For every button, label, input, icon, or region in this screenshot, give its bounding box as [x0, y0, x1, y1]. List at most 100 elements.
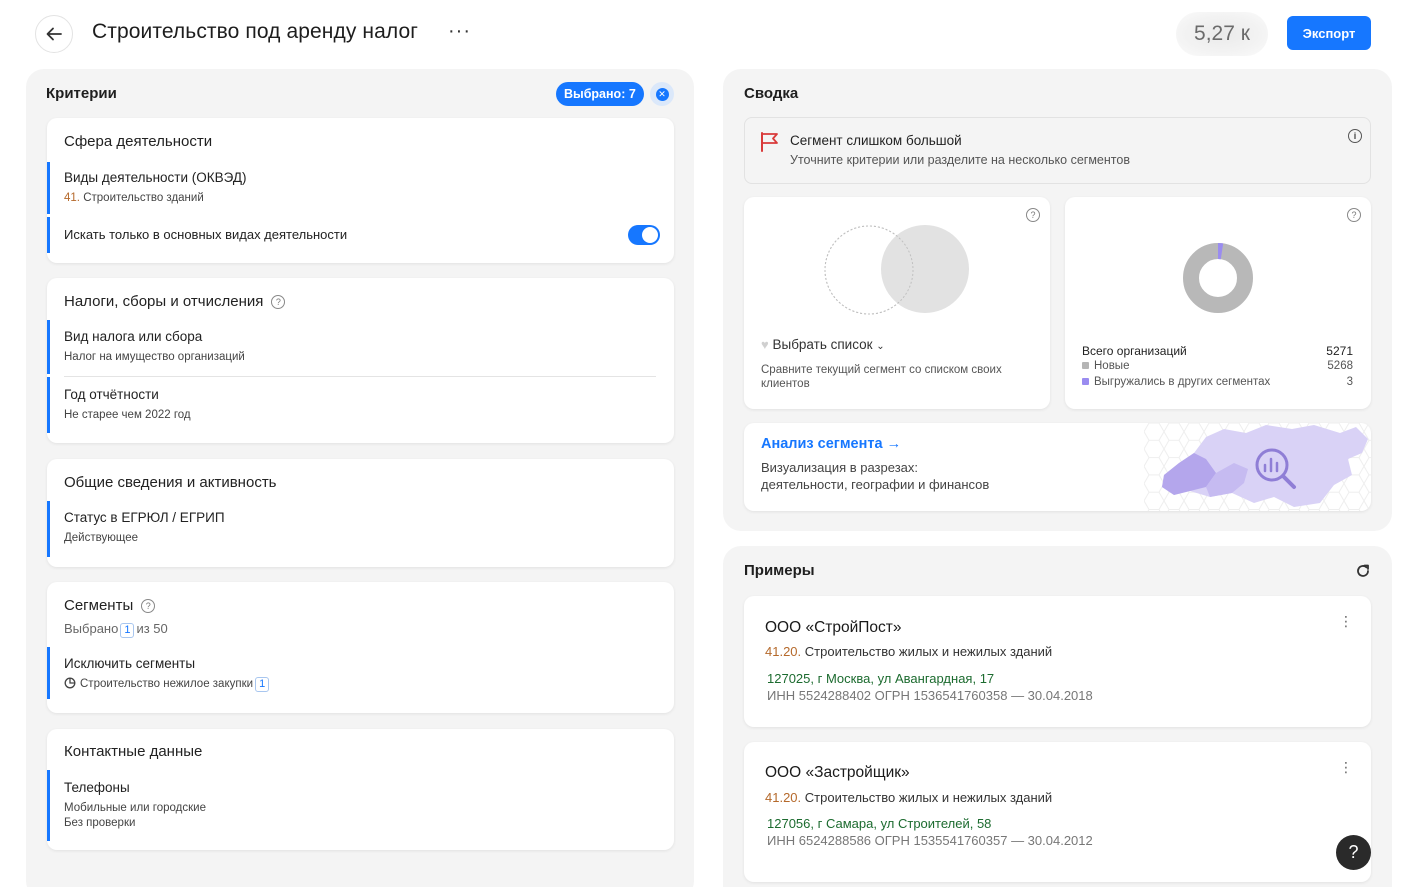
phones-name: Телефоны [64, 780, 130, 795]
status-value: Действующее [64, 532, 138, 544]
analysis-subtitle: Визуализация в разрезах: деятельности, г… [761, 459, 989, 493]
general-card-title: Общие сведения и активность [64, 474, 277, 491]
organization-address: 127056, г Самара, ул Строителей, 58 [767, 816, 992, 831]
help-icon[interactable]: ? [1347, 208, 1361, 222]
contacts-card[interactable]: Контактные данные Телефоны Мобильные или… [47, 729, 674, 850]
organization-ids: ИНН 5524288402 ОГРН 1536541760358 — 30.0… [767, 688, 1093, 703]
tax-type-criterion[interactable]: Вид налога или сбора Налог на имущество … [47, 320, 657, 374]
organization-okved: 41.20. Строительство жилых и нежилых зда… [765, 644, 1052, 659]
russia-map-icon [1144, 423, 1371, 511]
phones-value-2: Без проверки [64, 817, 136, 829]
more-options-button[interactable]: ··· [448, 20, 471, 43]
main-activity-criterion: Искать только в основных видах деятельно… [47, 217, 657, 253]
segments-selected-suffix: из 50 [136, 621, 168, 636]
clear-selection-button[interactable]: ✕ [650, 82, 674, 106]
total-value: 5271 [1326, 344, 1353, 358]
export-button[interactable]: Экспорт [1287, 16, 1371, 50]
selected-count-chip[interactable]: Выбрано: 7 [556, 82, 644, 106]
examples-title: Примеры [744, 562, 815, 579]
segments-selected-prefix: Выбрано [64, 621, 119, 636]
report-year-value: Не старее чем 2022 год [64, 409, 191, 421]
segments-selected-line: Выбрано 1 из 50 [64, 621, 168, 638]
report-year-name: Год отчётности [64, 387, 159, 402]
heart-icon: ♥ [761, 337, 769, 352]
warning-subtitle: Уточните критерии или разделите на неско… [790, 153, 1130, 167]
more-vertical-icon[interactable]: ⋮ [1339, 760, 1353, 774]
exclude-segments-criterion[interactable]: Исключить сегменты Строительство нежилое… [47, 647, 657, 699]
okved-code: 41. [64, 192, 80, 204]
page-title: Строительство под аренду налог [92, 20, 418, 43]
status-criterion[interactable]: Статус в ЕГРЮЛ / ЕГРИП Действующее [47, 501, 657, 557]
choose-list-label: Выбрать список [772, 337, 873, 352]
segments-card-title: Сегменты? [64, 597, 156, 614]
flag-icon [761, 132, 778, 152]
report-year-criterion[interactable]: Год отчётности Не старее чем 2022 год [47, 377, 657, 433]
venn-diagram-icon [824, 225, 969, 315]
phones-criterion[interactable]: Телефоны Мобильные или городские Без про… [47, 770, 657, 841]
organization-ids: ИНН 6524288586 ОГРН 1535541760357 — 30.0… [767, 833, 1093, 848]
general-card[interactable]: Общие сведения и активность Статус в ЕГР… [47, 459, 674, 567]
help-icon[interactable]: ? [271, 295, 286, 310]
organizations-count-badge: 5,27 к [1176, 12, 1268, 56]
organization-name[interactable]: ООО «СтройПост» [765, 619, 902, 637]
organization-okved: 41.20. Строительство жилых и нежилых зда… [765, 790, 1052, 805]
criteria-title: Критерии [46, 85, 117, 102]
new-value: 5268 [1327, 360, 1353, 372]
organizations-stats-card: ? Всего организаций 5271 Новые 5268 Выгруж… [1065, 197, 1371, 409]
warning-title: Сегмент слишком большой [790, 133, 962, 148]
tax-type-value: Налог на имущество организаций [64, 351, 245, 363]
status-name: Статус в ЕГРЮЛ / ЕГРИП [64, 510, 225, 525]
exported-value: 3 [1346, 376, 1353, 388]
tax-type-name: Вид налога или сбора [64, 329, 203, 344]
more-vertical-icon[interactable]: ⋮ [1339, 614, 1353, 628]
arrow-left-icon [46, 27, 62, 41]
organization-card[interactable]: ⋮ ООО «СтройПост» 41.20. Строительство ж… [744, 596, 1371, 727]
exclude-segments-name: Исключить сегменты [64, 656, 196, 671]
organization-okved-name: Строительство жилых и нежилых зданий [804, 644, 1053, 659]
organization-name[interactable]: ООО «Застройщик» [765, 764, 910, 782]
segments-card[interactable]: Сегменты? Выбрано 1 из 50 Исключить сегмен… [47, 582, 674, 713]
compare-list-card: ? ♥ Выбрать список ⌄ Сравните текущий се… [744, 197, 1050, 409]
taxes-card-title: Налоги, сборы и отчисления? [64, 293, 286, 310]
exclude-segments-count: 1 [255, 677, 270, 692]
okved-value: Строительство зданий [83, 192, 204, 204]
main-activity-toggle[interactable] [628, 225, 660, 245]
choose-list-dropdown[interactable]: ♥ Выбрать список ⌄ [761, 337, 885, 352]
new-label: Новые [1094, 360, 1130, 372]
segment-analysis-link[interactable]: Анализ сегмента → [761, 436, 901, 452]
new-organizations-row: Новые 5268 [1082, 360, 1353, 372]
legend-swatch [1082, 362, 1089, 370]
summary-title: Сводка [744, 85, 799, 102]
analysis-subtitle-1: Визуализация в разрезах: [761, 460, 918, 475]
segment-warning: Сегмент слишком большой Уточните критери… [744, 117, 1371, 184]
segment-icon [64, 677, 76, 689]
info-icon[interactable]: i [1348, 129, 1362, 143]
legend-swatch [1082, 378, 1089, 386]
total-organizations-row: Всего организаций 5271 [1082, 344, 1353, 358]
analysis-subtitle-2: деятельности, географии и финансов [761, 477, 990, 492]
okved-criterion[interactable]: Виды деятельности (ОКВЭД) 41. Строительс… [47, 162, 657, 214]
organization-okved-code: 41.20. [765, 644, 802, 659]
segments-title-text: Сегменты [64, 597, 134, 614]
page-header: Строительство под аренду налог ··· 5,27 … [0, 0, 1418, 68]
exclude-segments-value-line: Строительство нежилое закупки 1 [64, 677, 657, 692]
chevron-down-icon: ⌄ [876, 341, 885, 352]
exported-label: Выгружались в других сегментах [1094, 376, 1271, 388]
main-activity-label: Искать только в основных видах деятельно… [64, 227, 348, 242]
phones-value-1: Мобильные или городские [64, 802, 206, 814]
taxes-title-text: Налоги, сборы и отчисления [64, 293, 264, 310]
organization-okved-code: 41.20. [765, 790, 802, 805]
activity-card[interactable]: Сфера деятельности Виды деятельности (ОК… [47, 118, 674, 263]
segment-analysis-card[interactable]: Анализ сегмента → Визуализация в разреза… [744, 423, 1371, 511]
refresh-icon[interactable] [1356, 564, 1370, 578]
help-icon[interactable]: ? [1026, 208, 1040, 222]
back-button[interactable] [35, 15, 73, 53]
organization-okved-name: Строительство жилых и нежилых зданий [804, 790, 1053, 805]
help-button[interactable]: ? [1336, 835, 1371, 870]
exclude-segments-value: Строительство нежилое закупки [80, 678, 254, 690]
organization-card[interactable]: ⋮ ООО «Застройщик» 41.20. Строительство … [744, 742, 1371, 882]
activity-card-title: Сфера деятельности [64, 133, 213, 150]
taxes-card[interactable]: Налоги, сборы и отчисления? Вид налога и… [47, 278, 674, 443]
contacts-card-title: Контактные данные [64, 743, 203, 760]
help-icon[interactable]: ? [141, 599, 156, 614]
